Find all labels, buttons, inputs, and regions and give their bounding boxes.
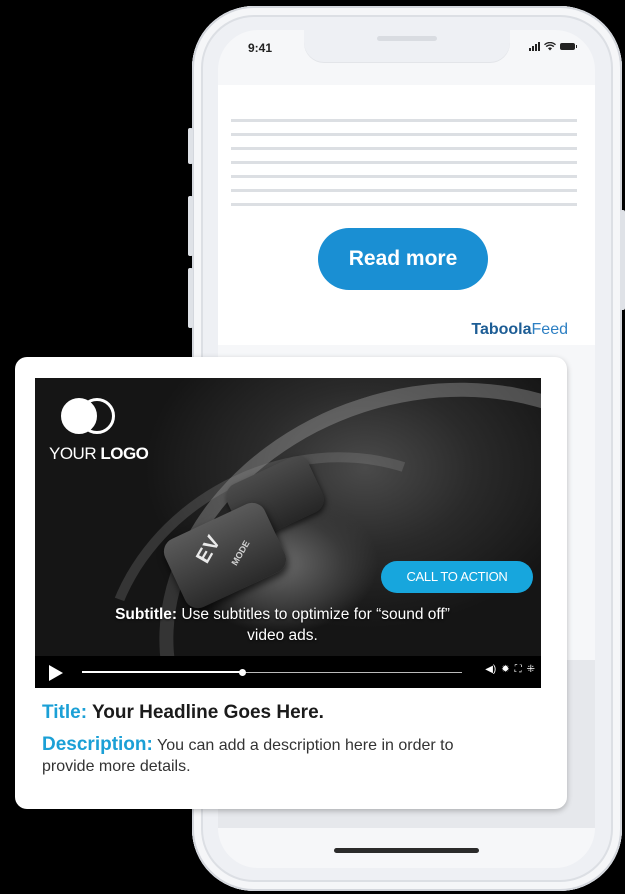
home-indicator[interactable] [334,848,479,853]
speaker-grille [377,36,437,41]
battery-icon [560,43,577,50]
fullscreen-icon[interactable]: ⛶ [515,664,522,675]
ad-description: Description: You can add a description h… [42,734,502,777]
subtitle-label: Subtitle: [115,606,178,623]
play-icon[interactable] [49,665,63,681]
logo-circles-icon [49,398,115,442]
ad-title[interactable]: Title: Your Headline Goes Here. [42,702,324,724]
phone-volume-up-button [188,196,193,256]
call-to-action-button[interactable]: CALL TO ACTION [381,561,533,593]
status-icons [529,42,577,51]
video-ad-card[interactable]: EV MODE YOUR LOGO CALL TO ACTION Subtitl… [15,357,567,809]
status-time: 9:41 [248,41,273,55]
description-label: Description: [42,734,153,755]
title-label: Title: [42,702,88,723]
video-player[interactable]: EV MODE YOUR LOGO CALL TO ACTION Subtitl… [35,378,541,688]
phone-power-button [620,210,625,310]
settings-gear-icon[interactable]: ✹ [501,664,509,675]
article-text-placeholder [231,119,577,217]
logo-text-bold: LOGO [100,444,149,463]
seek-progress [82,671,242,673]
expand-icon[interactable]: ⁜ [527,664,535,675]
title-text: Your Headline Goes Here. [87,702,324,723]
article-content: Read more TaboolaFeed [218,85,595,345]
notch [304,30,510,62]
video-subtitle: Subtitle: Use subtitles to optimize for … [105,604,460,646]
seek-bar[interactable] [82,669,462,676]
brand-suffix: Feed [531,321,568,338]
video-controls: ◀) ✹ ⛶ ⁜ [35,656,541,688]
brand-name: Taboola [471,321,532,338]
signal-icon [529,42,540,51]
logo-text-light: YOUR [49,444,101,463]
wifi-icon [544,42,556,51]
phone-side-button [188,128,193,164]
volume-icon[interactable]: ◀) [485,664,496,675]
subtitle-text: Use subtitles to optimize for “sound off… [177,606,450,644]
taboola-feed-brand: TaboolaFeed [471,321,568,339]
control-icons: ◀) ✹ ⛶ ⁜ [485,664,535,675]
read-more-button[interactable]: Read more [318,228,488,290]
seek-handle[interactable] [238,669,246,676]
brand-logo: YOUR LOGO [49,398,149,464]
phone-volume-down-button [188,268,193,328]
